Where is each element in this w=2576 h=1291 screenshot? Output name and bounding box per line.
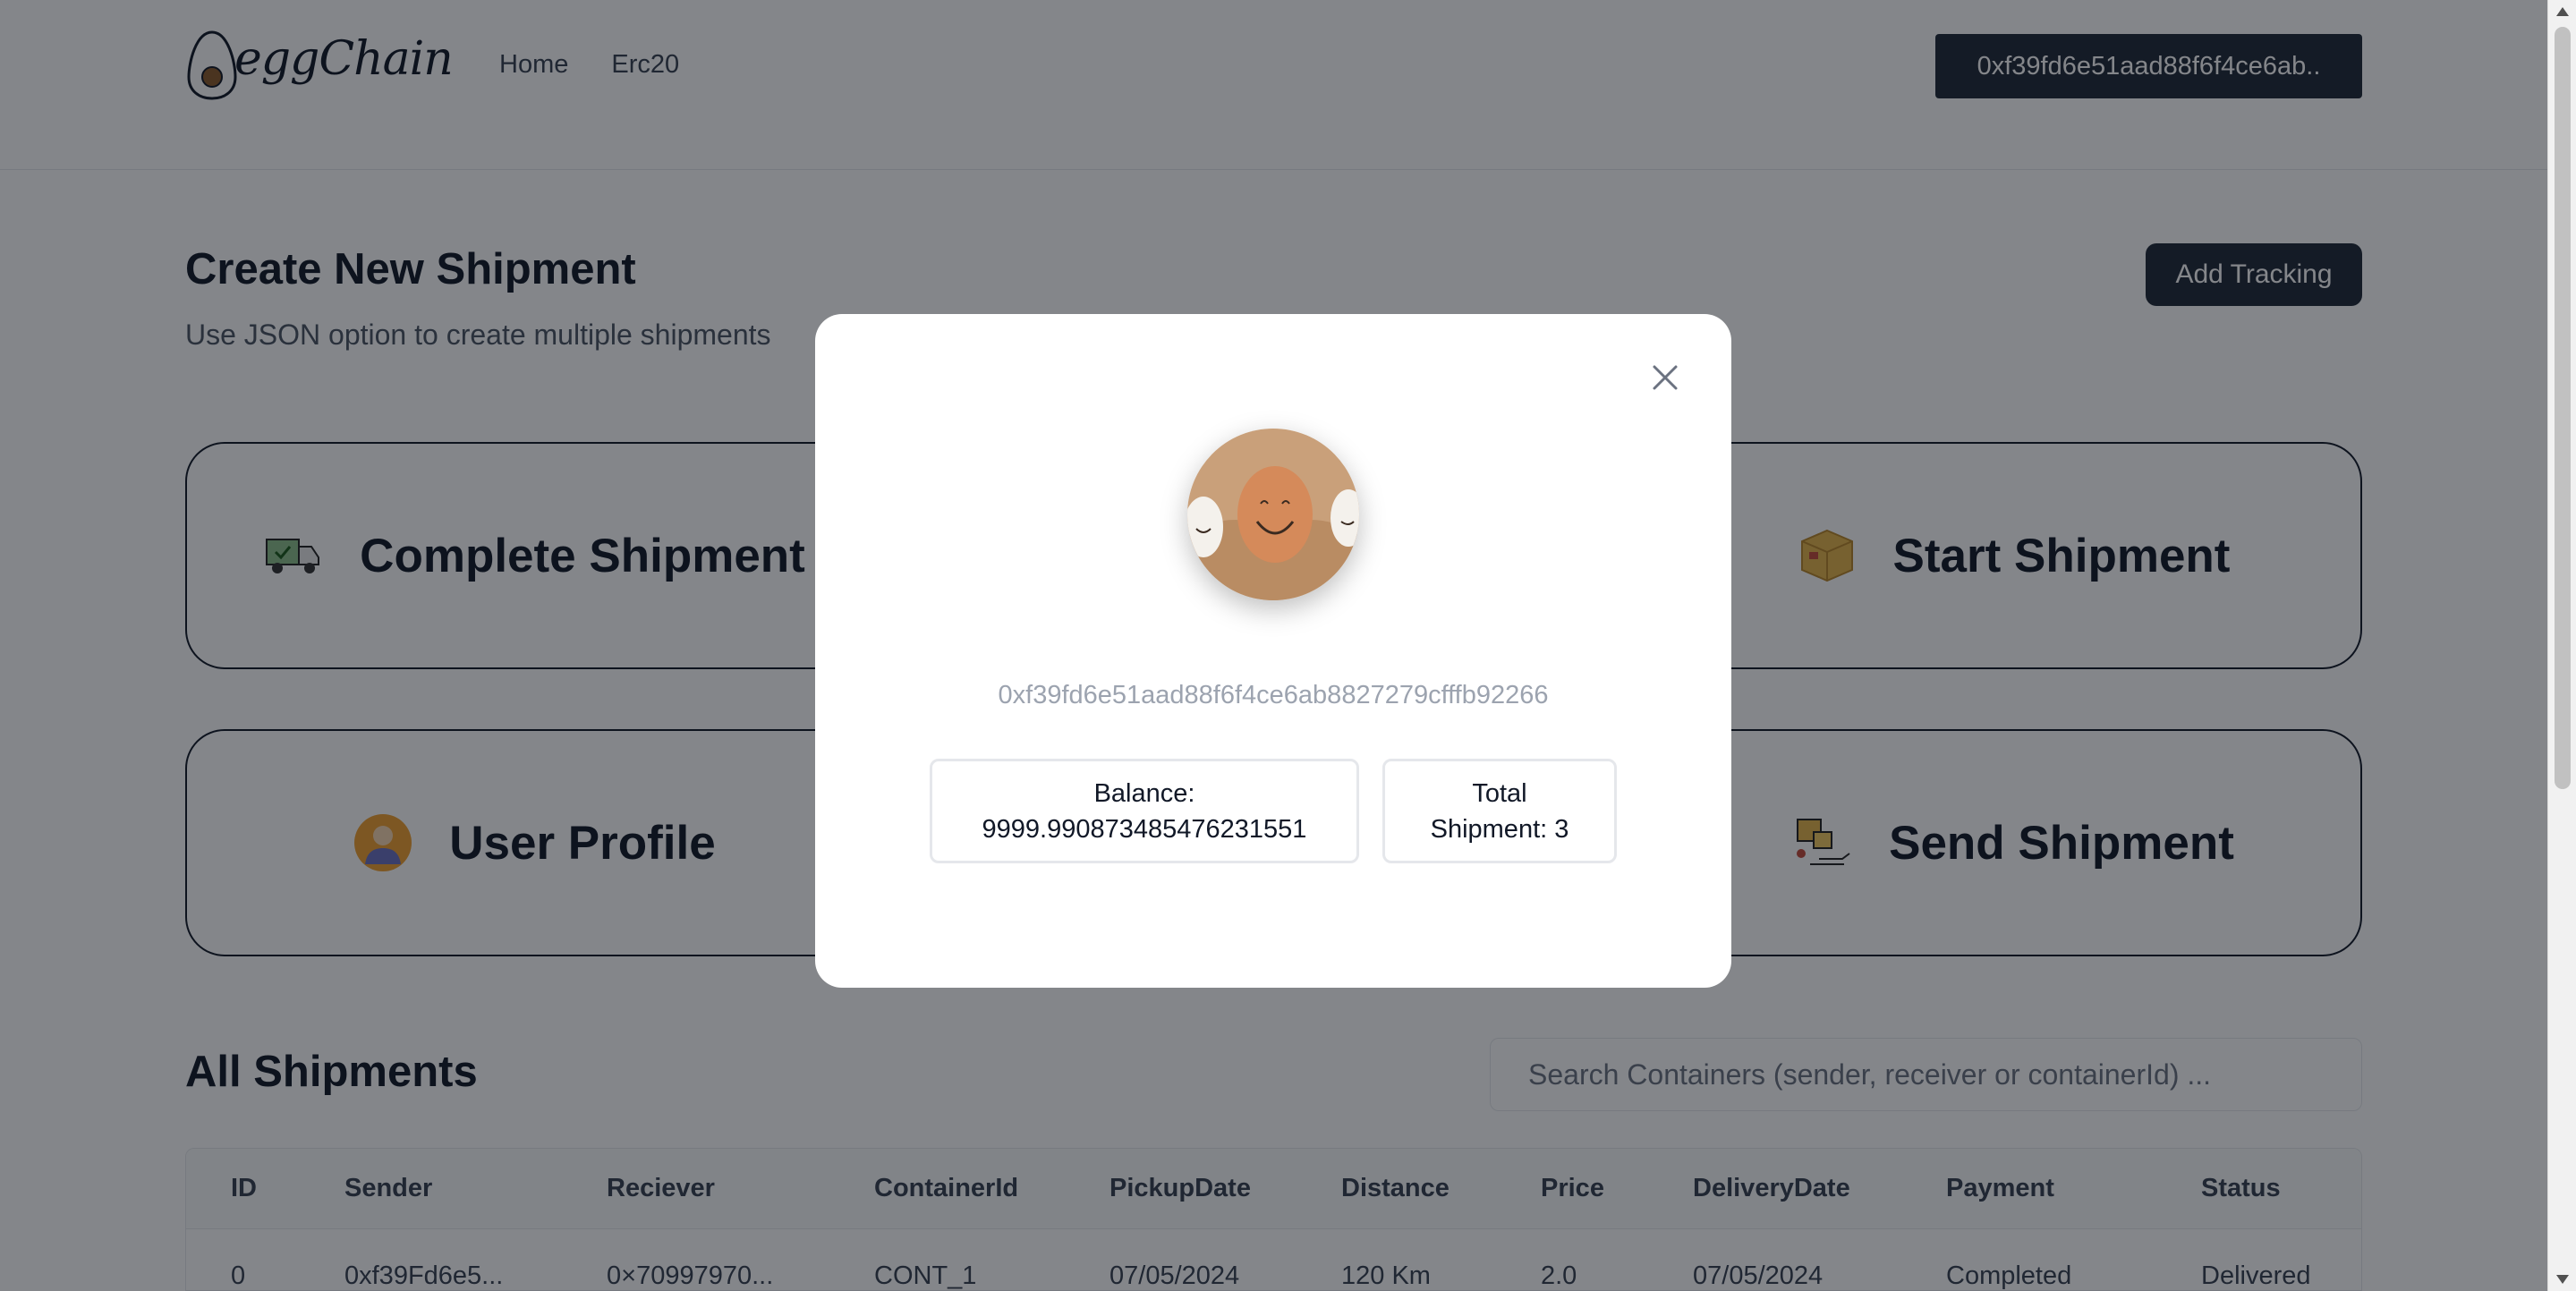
balance-label: Balance: [1093, 778, 1195, 808]
scroll-up-arrow-icon[interactable] [2556, 7, 2569, 16]
total-shipment-box: Total Shipment: 3 [1382, 759, 1617, 863]
profile-modal: 0xf39fd6e51aad88f6f4ce6ab8827279cfffb922… [815, 314, 1731, 988]
account-address: 0xf39fd6e51aad88f6f4ce6ab8827279cfffb922… [998, 681, 1549, 709]
total-value: Shipment: 3 [1430, 814, 1569, 844]
balance-value: 9999.990873485476231551 [982, 814, 1307, 844]
scroll-down-arrow-icon[interactable] [2556, 1275, 2569, 1284]
egg-avatar-icon [1187, 429, 1359, 600]
close-icon[interactable] [1646, 359, 1684, 396]
balance-box: Balance: 9999.990873485476231551 [930, 759, 1359, 863]
scroll-thumb[interactable] [2555, 27, 2571, 789]
page-scrollbar[interactable] [2547, 0, 2576, 1291]
total-label: Total [1472, 778, 1527, 808]
